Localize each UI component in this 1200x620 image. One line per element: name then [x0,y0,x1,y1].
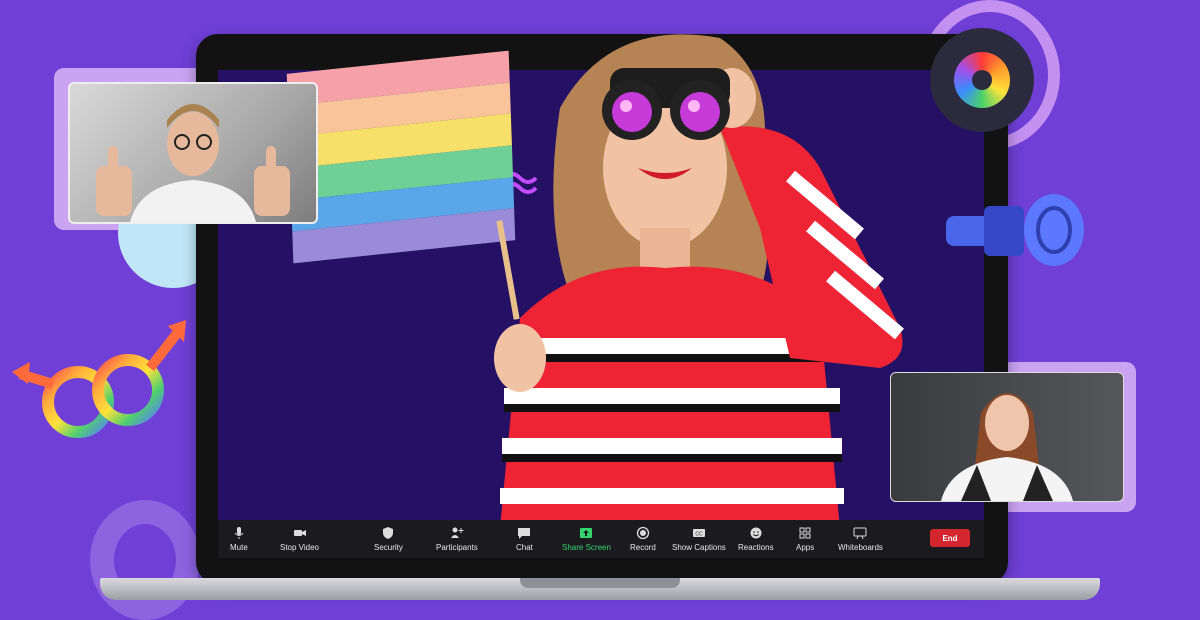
whiteboards-button[interactable]: Whiteboards [838,520,883,558]
show-captions-label: Show Captions [672,543,726,552]
participant-video-woman[interactable] [890,372,1124,502]
chat-label: Chat [516,543,533,552]
reactions-icon [750,527,762,539]
apps-button[interactable]: Apps [796,520,814,558]
vinyl-record-icon [930,28,1034,132]
telescope-icon [946,194,1084,266]
share-screen-label: Share Screen [562,543,611,552]
share-screen-button[interactable]: Share Screen [562,520,611,558]
shield-icon [383,527,394,539]
reactions-button[interactable]: Reactions [738,520,774,558]
record-button[interactable]: Record [630,520,656,558]
apps-icon [799,527,811,539]
woman-portrait [941,393,1073,501]
rainbow-gender-symbols [12,320,186,438]
reactions-label: Reactions [738,543,774,552]
record-label: Record [630,543,656,552]
svg-text:CC: CC [695,532,703,538]
participants-button[interactable]: Participants [436,520,478,558]
participants-label: Participants [436,543,478,552]
stop-video-label: Stop Video [280,543,319,552]
whiteboard-icon [853,527,867,540]
decorative-arc [90,500,200,620]
record-icon [636,526,650,540]
laptop-notch [520,578,680,588]
participant-video-man[interactable] [68,82,318,224]
meeting-toolbar: Mute Stop Video Security Participants Ch… [218,520,984,558]
microphone-icon [234,527,244,539]
apps-label: Apps [796,543,815,552]
man-thumbs-up [96,104,290,222]
woman-with-binoculars [494,34,904,528]
mute-button[interactable]: Mute [230,520,248,558]
chat-icon [518,528,531,539]
share-screen-icon [580,528,593,538]
mute-label: Mute [230,543,248,552]
end-meeting-button[interactable]: End [930,529,970,547]
whiteboards-label: Whiteboards [838,543,883,552]
stop-video-button[interactable]: Stop Video [280,520,319,558]
chat-button[interactable]: Chat [516,520,533,558]
security-label: Security [374,543,403,552]
show-captions-button[interactable]: CC Show Captions [672,520,726,558]
participants-icon [450,527,464,538]
video-camera-icon [293,530,306,536]
captions-icon: CC [692,529,705,538]
security-button[interactable]: Security [374,520,403,558]
